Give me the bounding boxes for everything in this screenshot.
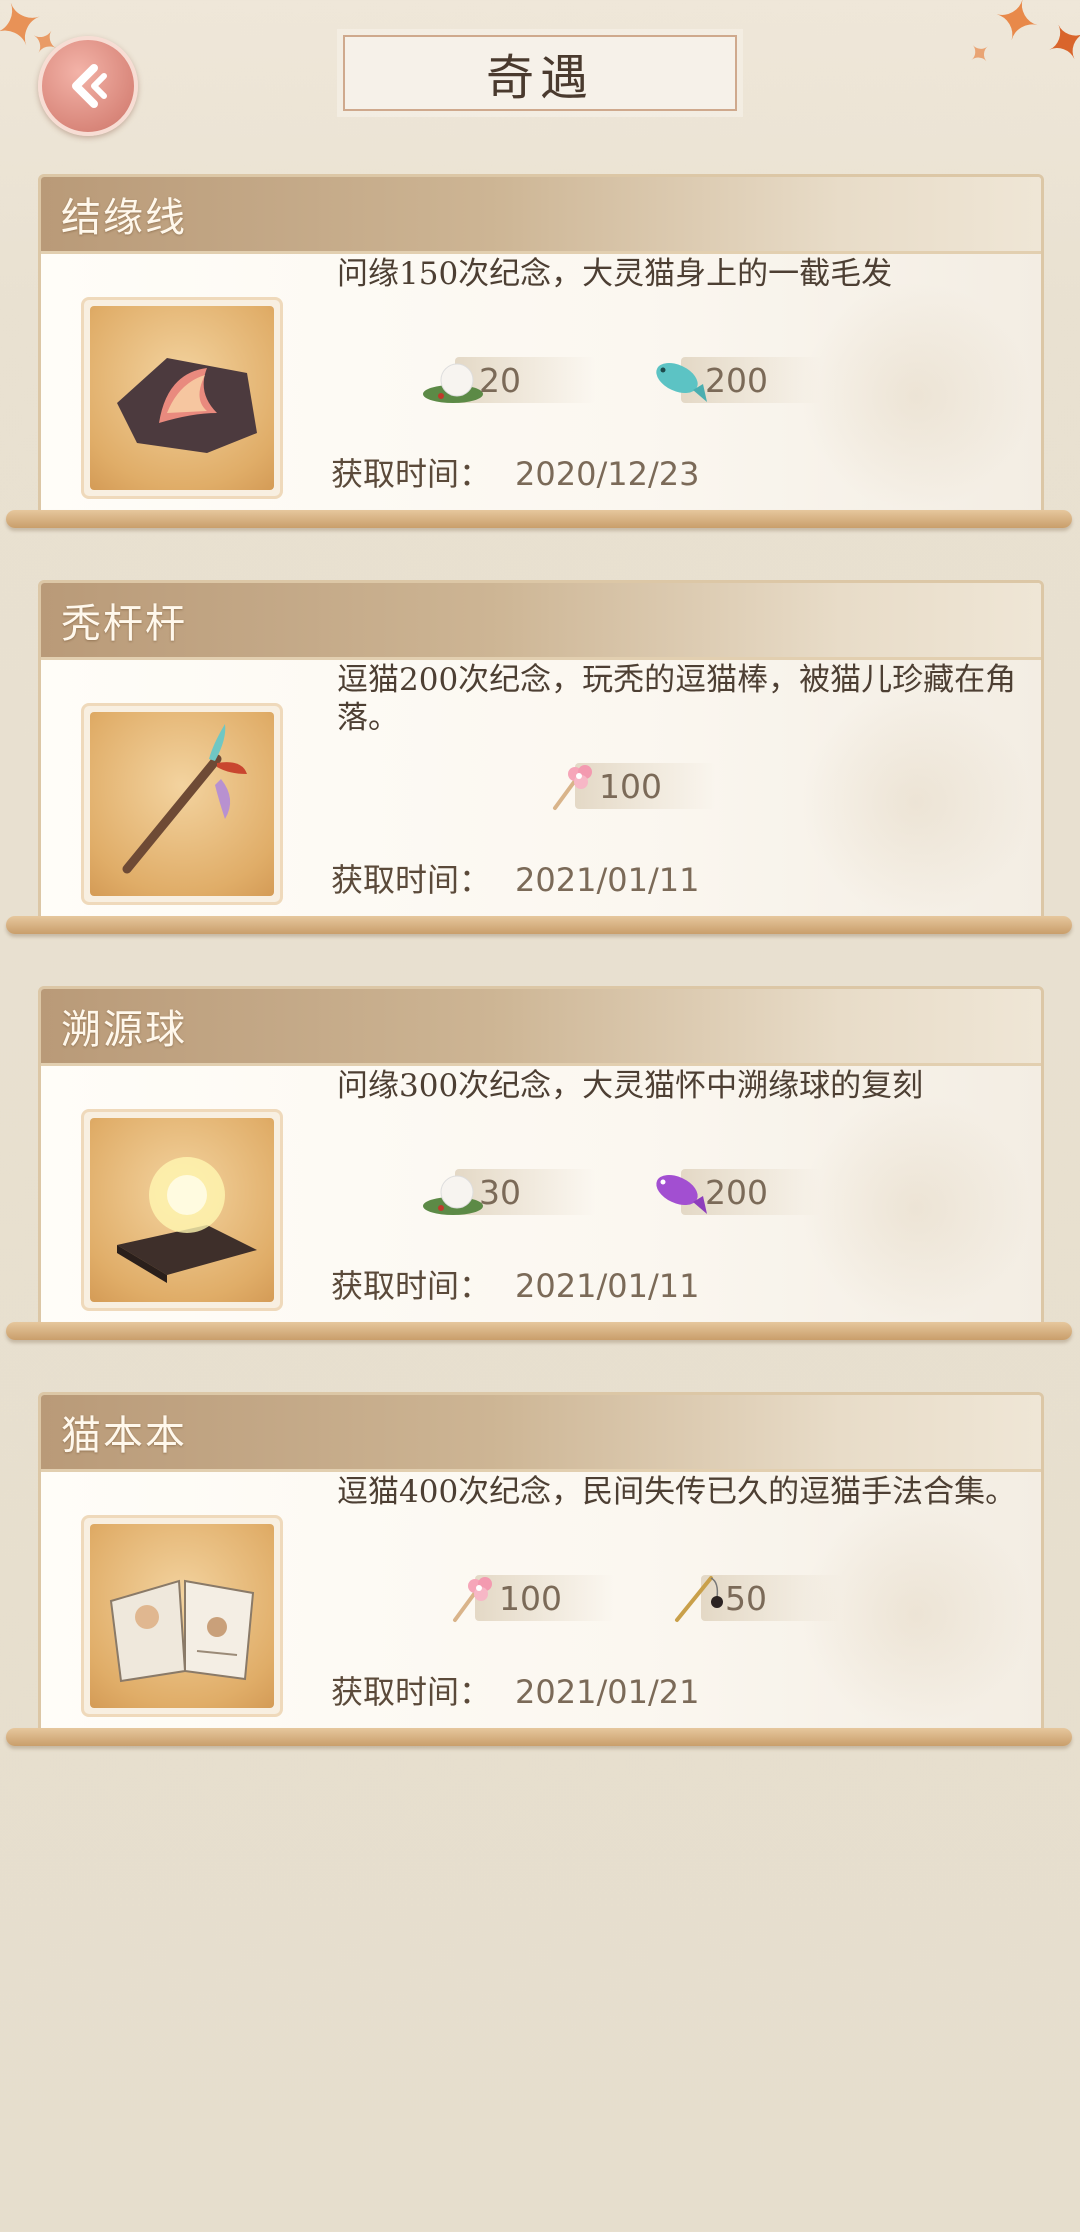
- flower-watermark: [801, 1093, 1031, 1323]
- reward-item: 20: [421, 355, 595, 405]
- card-title: 溯源球: [61, 1007, 187, 1053]
- item-description: 问缘150次纪念，大灵猫身上的一截毛发: [337, 256, 893, 292]
- item-description: 逗猫200次纪念，玩秃的逗猫棒，被猫儿珍藏在角落。: [337, 662, 1017, 736]
- encounter-card: 秃杆杆 逗猫200次纪念，玩秃的逗猫棒，被猫儿珍藏在角落。 100 获取时间： …: [6, 580, 1072, 934]
- reward-item: 30: [421, 1167, 595, 1217]
- maple-leaf-icon: ✦: [958, 34, 999, 74]
- reward-item: 200: [647, 355, 821, 405]
- reward-value: 200: [705, 1172, 768, 1212]
- open-book-icon: [109, 1579, 255, 1683]
- cat-on-leaf-icon: [423, 1175, 483, 1215]
- fur-tuft-icon: [117, 358, 257, 453]
- encounter-card: 结缘线 问缘150次纪念，大灵猫身上的一截毛发 20 200 获取时间： 202…: [6, 174, 1072, 528]
- fishing-rod-toy-icon: [675, 1576, 723, 1622]
- pink-flower-wand-icon: [453, 1577, 492, 1622]
- pink-flower-wand-icon: [553, 765, 592, 810]
- reward-item: 50: [667, 1573, 841, 1623]
- purple-fish-icon: [656, 1174, 707, 1214]
- reward-value: 200: [705, 360, 768, 400]
- acquire-date: 2021/01/11: [515, 1267, 700, 1305]
- back-button[interactable]: [38, 36, 138, 136]
- reward-item: 100: [541, 761, 715, 811]
- shelf-divider: [6, 1728, 1072, 1746]
- card-header: 结缘线: [41, 177, 1041, 254]
- acquire-time-label: 获取时间：: [331, 455, 492, 493]
- glowing-orb-icon: [117, 1157, 257, 1283]
- encounter-card: 猫本本 逗猫400次纪念，民间失传已久的逗猫手法合集。 100 50 获取时间：…: [6, 1392, 1072, 1746]
- item-frame[interactable]: [81, 1109, 283, 1311]
- back-arrow-icon: [72, 64, 107, 108]
- shelf-divider: [6, 916, 1072, 934]
- acquire-date: 2021/01/11: [515, 861, 700, 899]
- card-title: 结缘线: [61, 195, 187, 241]
- page-title: 奇遇: [485, 50, 594, 106]
- reward-value: 100: [499, 1578, 562, 1618]
- item-description: 逗猫400次纪念，民间失传已久的逗猫手法合集。: [337, 1474, 1017, 1510]
- item-description: 问缘300次纪念，大灵猫怀中溯缘球的复刻: [337, 1068, 924, 1104]
- reward-value: 20: [479, 360, 521, 400]
- encounter-card: 溯源球 问缘300次纪念，大灵猫怀中溯缘球的复刻 30 200 获取时间： 20…: [6, 986, 1072, 1340]
- card-title: 猫本本: [61, 1413, 187, 1459]
- reward-item: 200: [647, 1167, 821, 1217]
- acquire-time-label: 获取时间：: [331, 1267, 492, 1305]
- page-title-bar: 奇遇: [343, 35, 737, 111]
- card-header: 溯源球: [41, 989, 1041, 1066]
- flower-watermark: [801, 281, 1031, 511]
- card-title: 秃杆杆: [61, 601, 187, 647]
- cat-teaser-wand-icon: [122, 724, 247, 874]
- shelf-divider: [6, 1322, 1072, 1340]
- item-frame[interactable]: [81, 1515, 283, 1717]
- reward-value: 30: [479, 1172, 521, 1212]
- acquire-time-label: 获取时间：: [331, 1673, 492, 1711]
- acquire-date: 2021/01/21: [515, 1673, 700, 1711]
- maple-leaf-icon: ✦: [1035, 7, 1080, 79]
- acquire-time: 获取时间： 2021/01/11: [331, 1261, 699, 1307]
- card-header: 猫本本: [41, 1395, 1041, 1472]
- reward-value: 50: [725, 1578, 767, 1618]
- teal-fish-icon: [656, 362, 707, 402]
- item-frame[interactable]: [81, 703, 283, 905]
- card-header: 秃杆杆: [41, 583, 1041, 660]
- reward-item: 100: [441, 1573, 615, 1623]
- shelf-divider: [6, 510, 1072, 528]
- reward-value: 100: [599, 766, 662, 806]
- acquire-date: 2020/12/23: [515, 455, 700, 493]
- acquire-time-label: 获取时间：: [331, 861, 492, 899]
- cat-on-leaf-icon: [423, 363, 483, 403]
- acquire-time: 获取时间： 2021/01/11: [331, 855, 699, 901]
- acquire-time: 获取时间： 2020/12/23: [331, 449, 699, 495]
- item-frame[interactable]: [81, 297, 283, 499]
- acquire-time: 获取时间： 2021/01/21: [331, 1667, 699, 1713]
